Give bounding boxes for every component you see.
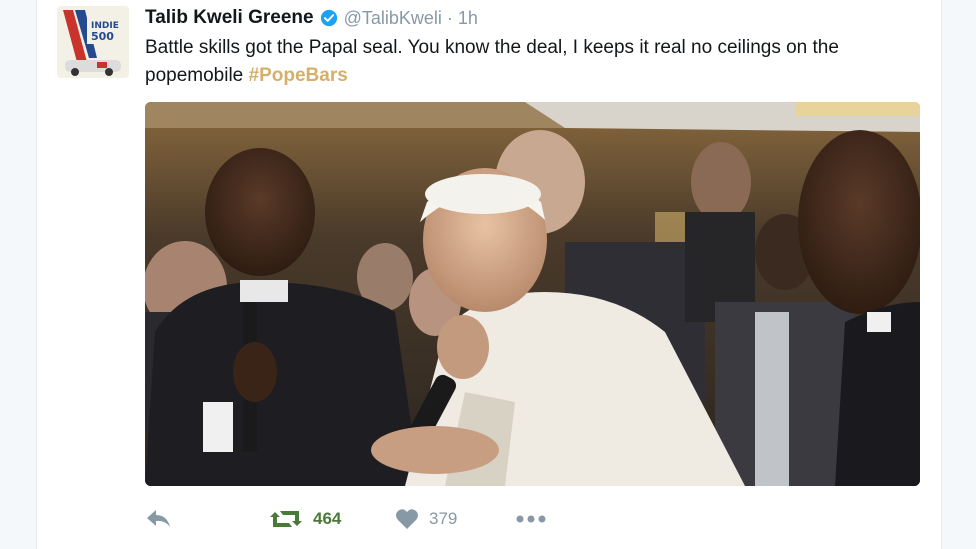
separator-dot: · [446, 7, 453, 28]
more-dots-icon [516, 515, 546, 523]
svg-text:500: 500 [91, 30, 114, 43]
like-count: 379 [429, 509, 458, 528]
heart-icon [396, 509, 418, 529]
like-button[interactable]: 379 [395, 504, 457, 534]
retweet-button[interactable]: 464 [269, 504, 341, 534]
tweet-timestamp[interactable]: 1h [458, 8, 478, 29]
verified-badge-icon [320, 9, 337, 27]
retweet-icon [270, 511, 302, 527]
retweet-count: 464 [313, 509, 342, 528]
tweet-card: INDIE 500 Talib Kweli Greene @TalibKweli… [36, 0, 942, 549]
more-options-button[interactable] [515, 504, 547, 534]
pope-photo-image [145, 102, 920, 486]
album-cover-avatar-image: INDIE 500 [57, 6, 129, 78]
avatar[interactable]: INDIE 500 [57, 6, 129, 78]
user-handle[interactable]: @TalibKweli [344, 8, 442, 29]
tweet-photo[interactable] [145, 102, 920, 486]
tweet-text: Battle skills got the Papal seal. You kn… [145, 34, 915, 90]
tweet-header: Talib Kweli Greene @TalibKweli · 1h [145, 6, 478, 30]
hashtag-link[interactable]: #PopeBars [249, 65, 348, 86]
display-name[interactable]: Talib Kweli Greene [145, 7, 314, 29]
reply-icon [147, 510, 170, 527]
tweet-actions: 464 379 [145, 504, 645, 534]
reply-button[interactable] [145, 504, 173, 534]
